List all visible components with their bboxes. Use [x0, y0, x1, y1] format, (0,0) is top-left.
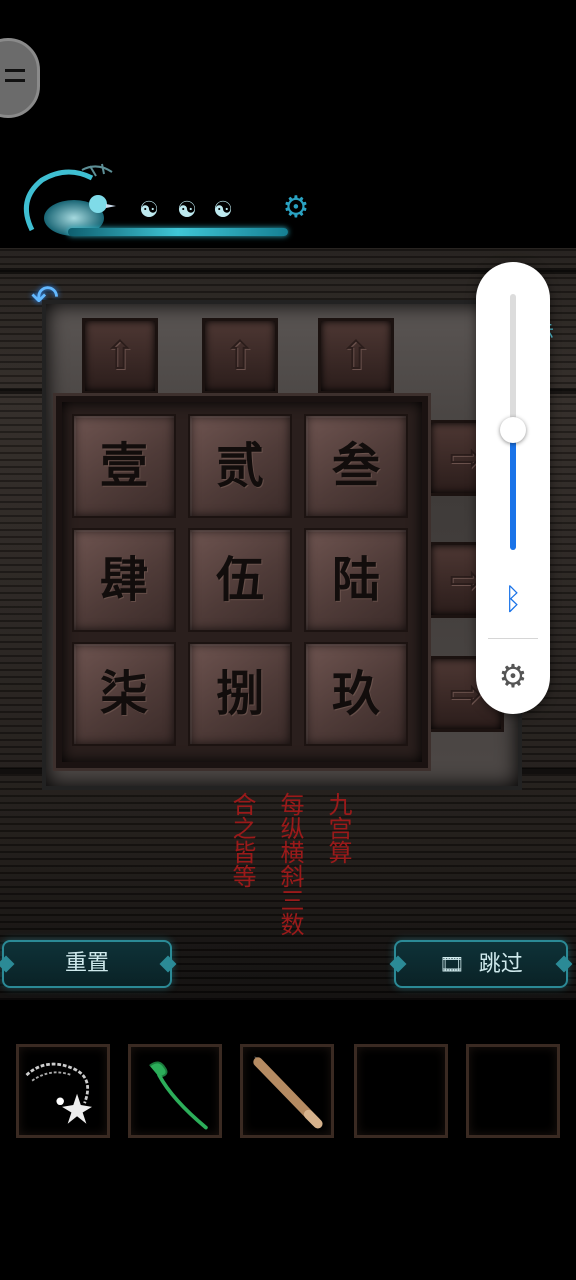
diamond-ornament [0, 955, 15, 973]
grid-tile[interactable]: 叁 [304, 414, 408, 518]
arrow-up-icon: ⇧ [103, 333, 137, 379]
necklace-icon [25, 1062, 93, 1124]
poem-column: 九宫算 [324, 792, 352, 864]
reset-label: 重置 [64, 951, 109, 976]
yin-yang-icon: ☯ [139, 198, 159, 223]
column-2-up-button[interactable]: ⇧ [202, 318, 278, 394]
menu-button[interactable] [0, 38, 40, 118]
gear-icon[interactable]: ⚙ [278, 190, 314, 226]
reset-button[interactable]: 重置 [0, 940, 177, 988]
grid-tile[interactable]: 捌 [188, 642, 292, 746]
volume-knob[interactable] [500, 417, 526, 443]
inventory-slot[interactable] [16, 1044, 110, 1138]
bird-emblem-icon [23, 163, 116, 236]
poem-column: 合之皆等 [228, 792, 256, 888]
arrow-up-icon: ⇧ [223, 333, 257, 379]
inventory-slot[interactable] [240, 1044, 334, 1138]
grid-tile[interactable]: 陆 [304, 528, 408, 632]
inventory-slot[interactable] [354, 1044, 448, 1138]
grid-tile[interactable]: 肆 [72, 528, 176, 632]
volume-fill [510, 430, 516, 550]
inventory-slot[interactable] [466, 1044, 560, 1138]
menu-icon [5, 69, 25, 72]
column-1-up-button[interactable]: ⇧ [82, 318, 158, 394]
skip-label: 跳过 [478, 952, 523, 977]
volume-panel: ᛒ ⚙ [476, 262, 550, 714]
column-3-up-button[interactable]: ⇧ [318, 318, 394, 394]
bluetooth-icon[interactable]: ᛒ [498, 582, 528, 618]
skip-button[interactable]: 🎞 跳过 [389, 940, 573, 988]
arrow-up-icon: ⇧ [339, 333, 373, 379]
film-icon: 🎞 [439, 952, 465, 976]
grid-tile[interactable]: 贰 [188, 414, 292, 518]
hud-bar [68, 228, 288, 236]
grid-tile[interactable]: 玖 [304, 642, 408, 746]
grid-tile[interactable]: 伍 [188, 528, 292, 632]
jade-hairpin-icon [149, 1061, 208, 1130]
yin-yang-icon: ☯ [177, 198, 197, 223]
stick-icon [253, 1056, 323, 1129]
divider [488, 638, 538, 639]
inventory-slot[interactable] [128, 1044, 222, 1138]
grid-tile[interactable]: 柒 [72, 642, 176, 746]
menu-icon-bar [5, 79, 25, 82]
gear-icon[interactable]: ⚙ [495, 658, 531, 694]
yin-yang-icon: ☯ [213, 198, 233, 223]
grid-tile[interactable]: 壹 [72, 414, 176, 518]
poem-column: 每纵横斜三数 [276, 792, 304, 936]
